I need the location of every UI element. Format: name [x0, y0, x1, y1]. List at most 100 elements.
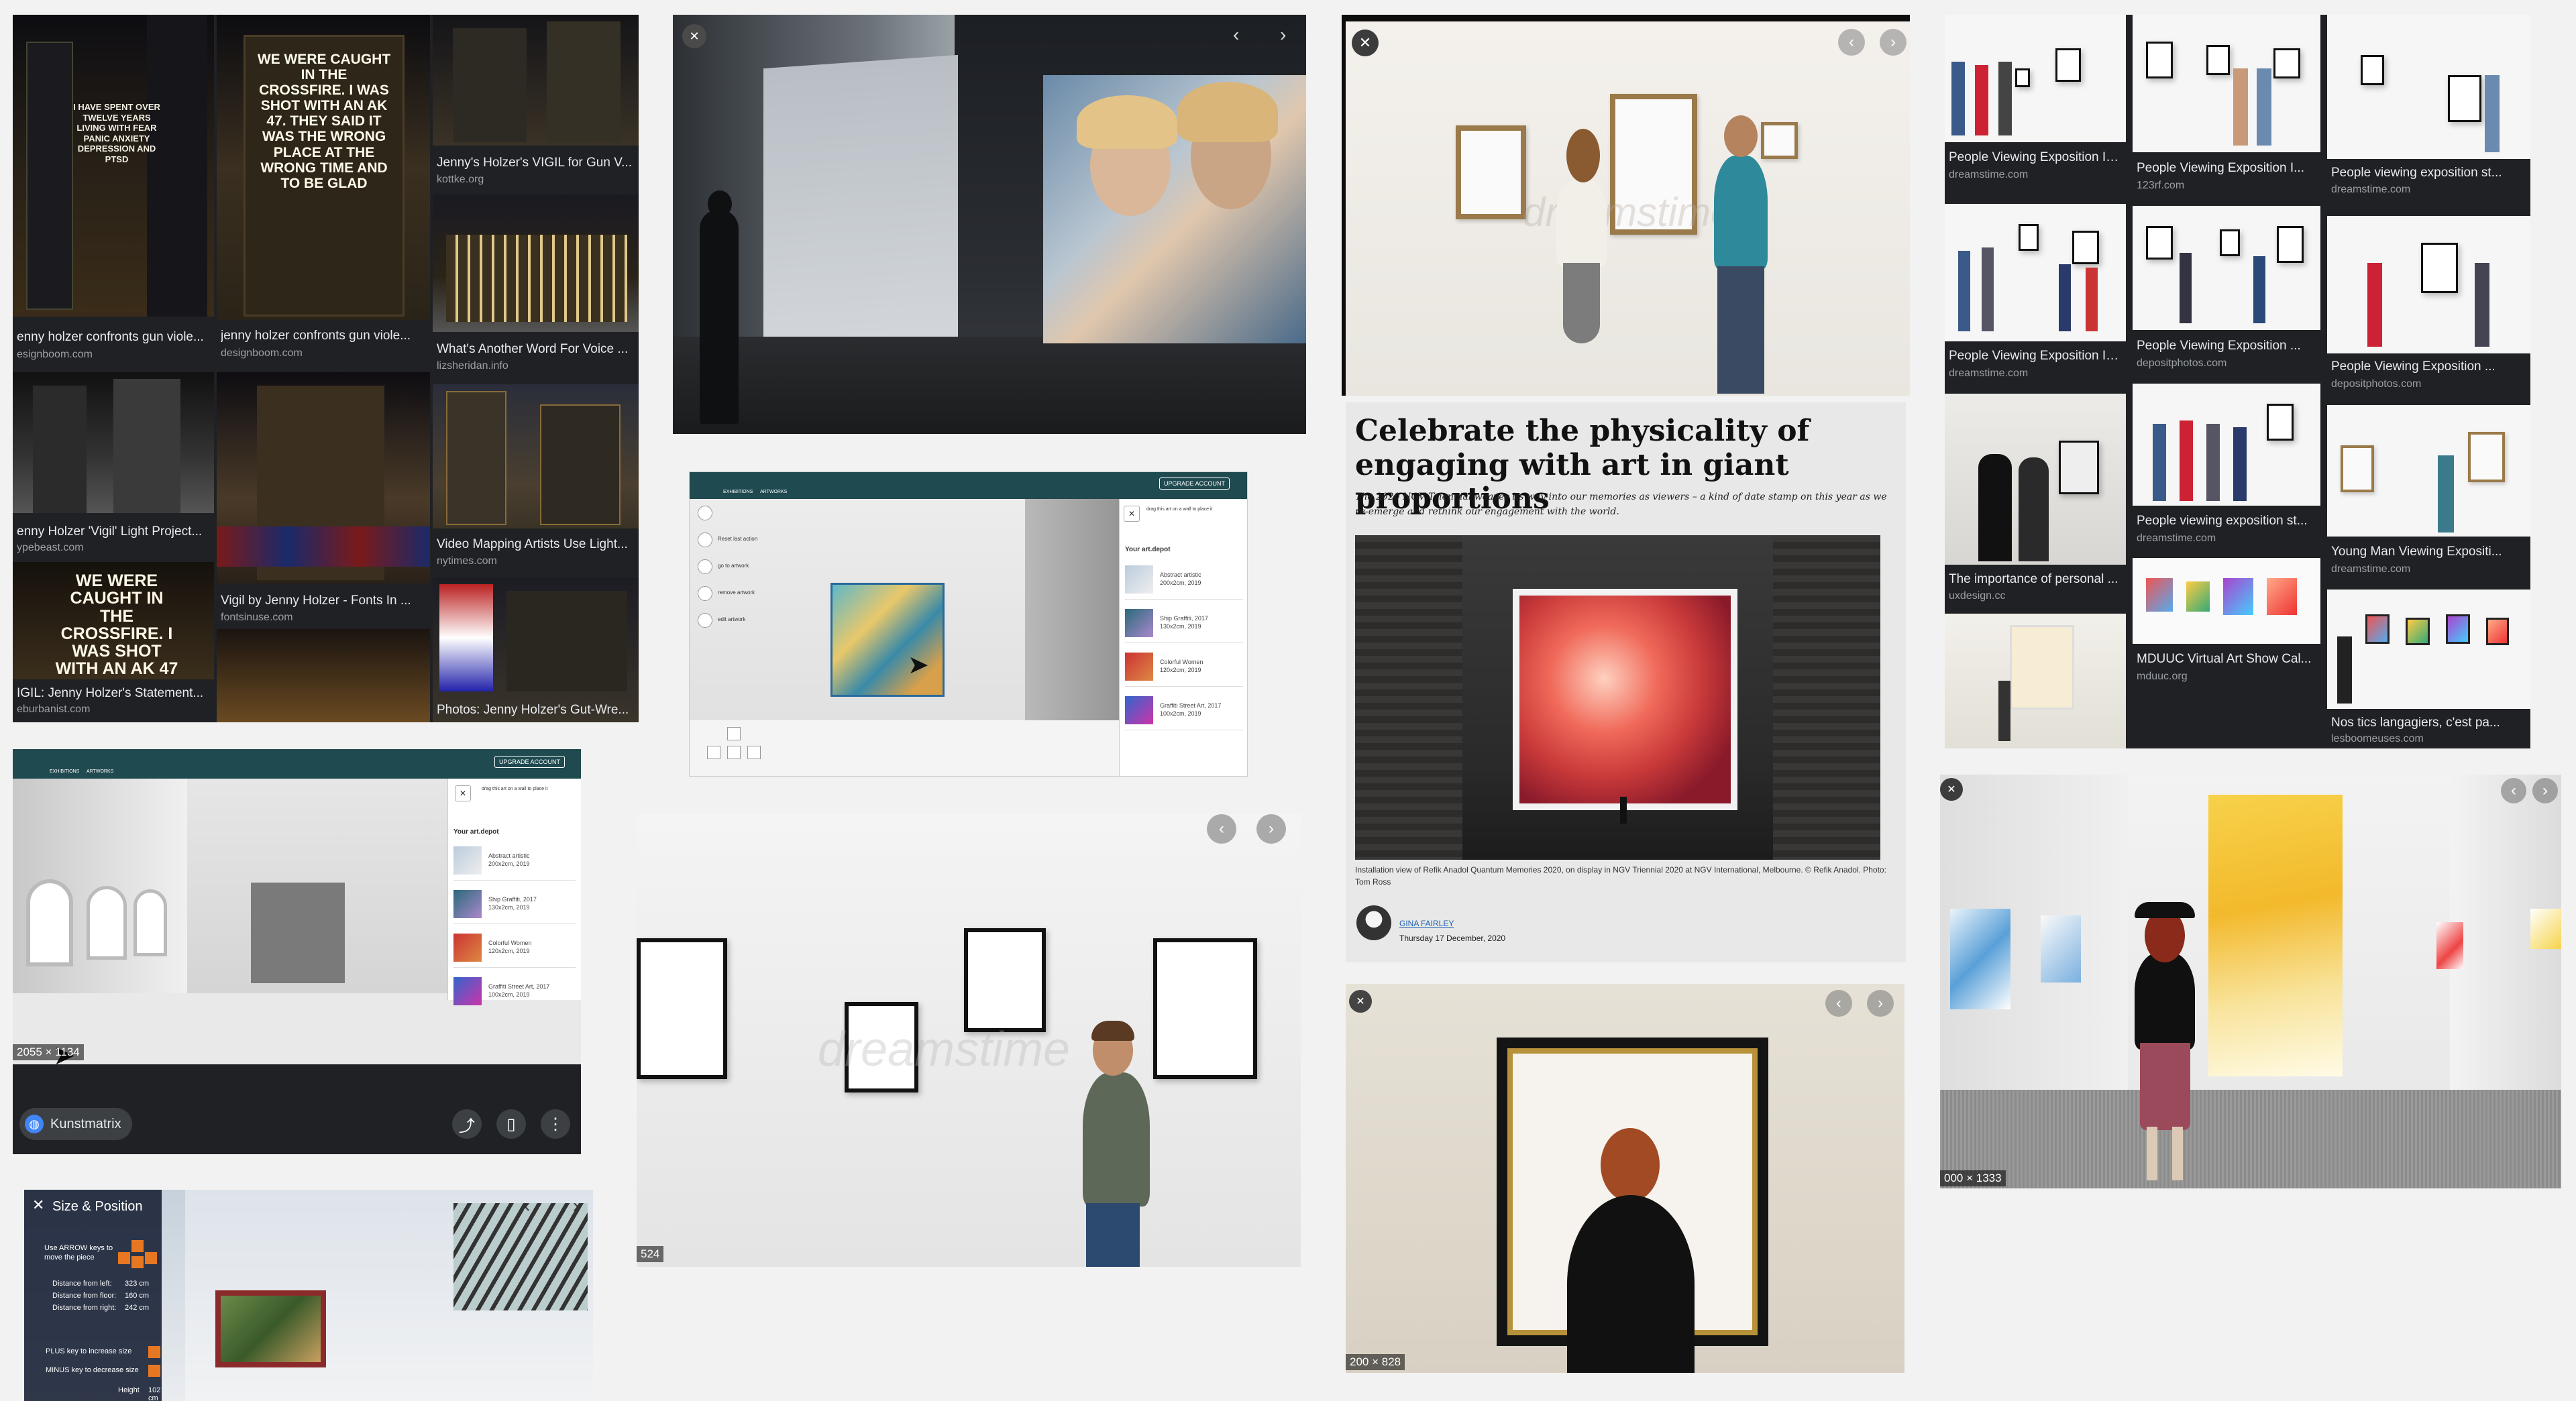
chevron-right-icon[interactable]: › [573, 1195, 579, 1217]
holzer-result-8[interactable]: WE WERE CAUGHT IN THE CROSSFIRE. I WAS S… [13, 562, 214, 722]
result-title[interactable]: Video Mapping Artists Use Light... [437, 537, 635, 552]
holzer-result-5[interactable]: enny Holzer 'Vigil' Light Project... ype… [13, 372, 214, 560]
tool-menu-icon[interactable] [698, 506, 712, 520]
close-icon[interactable]: ✕ [1349, 990, 1372, 1013]
arrow-pad[interactable] [118, 1240, 158, 1274]
chevron-right-icon[interactable]: › [1256, 814, 1286, 844]
tool-edit-icon[interactable] [698, 613, 712, 628]
chevron-right-icon[interactable]: › [1867, 990, 1894, 1017]
kunstmatrix-result-preview[interactable]: EXHIBITIONS ARTWORKS UPGRADE ACCOUNT ➤ ✕… [13, 749, 581, 1154]
result-title[interactable]: People Viewing Exposition ... [2137, 339, 2316, 353]
tool-reset-icon[interactable] [698, 533, 712, 547]
dark-frame-preview[interactable]: ✕ ‹ › 200 × 828 [1346, 984, 1904, 1373]
chevron-left-icon[interactable]: ‹ [524, 1195, 530, 1217]
upgrade-button[interactable]: UPGRADE ACCOUNT [494, 756, 566, 768]
people-result[interactable]: People Viewing Exposition ... depositpho… [2327, 216, 2530, 398]
result-title[interactable]: People viewing exposition st... [2137, 514, 2316, 528]
holzer-result-7[interactable]: Video Mapping Artists Use Light... nytim… [433, 384, 639, 575]
people-result[interactable]: Nos tics langagiers, c'est pa... lesboom… [2327, 590, 2530, 748]
close-icon[interactable]: ✕ [1124, 506, 1140, 522]
people-result[interactable]: MDUUC Virtual Art Show Cal... mduuc.org [2133, 558, 2320, 692]
source-chip[interactable]: ◍ Kunstmatrix [19, 1108, 132, 1140]
close-icon[interactable]: ✕ [1940, 778, 1963, 801]
chevron-right-icon[interactable]: › [1280, 24, 1286, 46]
result-title[interactable]: MDUUC Virtual Art Show Cal... [2137, 652, 2316, 667]
result-title[interactable]: People viewing exposition st... [2331, 166, 2526, 180]
people-result[interactable]: People viewing exposition st... dreamsti… [2133, 384, 2320, 551]
art-depot-item[interactable]: Ship Graffiti, 2017 130x2cm, 2019 [1125, 603, 1243, 643]
bookmark-icon[interactable]: ▯ [496, 1109, 526, 1139]
art-depot-item[interactable]: Colorful Women 120x2cm, 2019 [453, 928, 576, 968]
tool-goto-icon[interactable] [698, 559, 712, 574]
chevron-left-icon[interactable]: ‹ [2501, 778, 2526, 803]
author-name[interactable]: GINA FAIRLEY [1399, 919, 1454, 928]
art-depot-item[interactable]: Abstract artistic 200x2cm, 2019 [453, 840, 576, 881]
holzer-result-extra[interactable] [217, 629, 430, 722]
people-result[interactable]: People viewing exposition st... dreamsti… [2327, 15, 2530, 209]
holzer-result-9[interactable]: Photos: Jenny Holzer's Gut-Wre... [433, 577, 639, 722]
holzer-result-6[interactable]: Vigil by Jenny Holzer - Fonts In ... fon… [217, 372, 430, 627]
close-icon[interactable]: ✕ [1352, 30, 1379, 56]
result-title[interactable]: Vigil by Jenny Holzer - Fonts In ... [221, 594, 426, 608]
upgrade-button[interactable]: UPGRADE ACCOUNT [1159, 478, 1230, 490]
result-title[interactable]: People Viewing Exposition ... [2331, 359, 2526, 374]
art-depot-item[interactable]: Abstract artistic 200x2cm, 2019 [1125, 559, 1243, 600]
plus-key[interactable] [148, 1346, 160, 1358]
chevron-left-icon[interactable]: ‹ [1233, 24, 1239, 46]
minus-key[interactable] [148, 1365, 160, 1377]
projection-gallery-preview[interactable]: ✕ ‹ › [673, 15, 1306, 434]
art-depot-item[interactable]: Colorful Women 120x2cm, 2019 [1125, 647, 1243, 687]
result-title[interactable]: IGIL: Jenny Holzer's Statement... [17, 686, 210, 701]
share-icon[interactable]: ⤴ [452, 1109, 482, 1139]
close-icon[interactable]: ✕ [455, 785, 471, 801]
man-frames-preview[interactable]: dreamstime ‹ › 524 [637, 814, 1301, 1267]
holzer-result-2[interactable]: WE WERE CAUGHT IN THE CROSSFIRE. I WAS S… [217, 15, 430, 370]
result-title[interactable]: People Viewing Exposition In... [1949, 150, 2122, 165]
art-depot-item[interactable]: Graffiti Street Art, 2017 100x2cm, 2019 [453, 971, 576, 1011]
chevron-right-icon[interactable]: › [2532, 778, 2558, 803]
close-icon[interactable]: ✕ [32, 1196, 44, 1214]
painting[interactable] [215, 1290, 326, 1367]
result-title[interactable]: jenny holzer confronts gun viole... [221, 329, 426, 343]
tab-exhibitions[interactable]: EXHIBITIONS [723, 490, 753, 494]
result-title[interactable]: The importance of personal ... [1949, 572, 2122, 587]
result-title[interactable]: Nos tics langagiers, c'est pa... [2331, 716, 2526, 730]
people-result[interactable]: People Viewing Exposition I... 123rf.com [2133, 15, 2320, 199]
woman-man-frames-preview[interactable]: dreamstime ✕ ‹ › [1342, 15, 1910, 396]
chevron-left-icon[interactable]: ‹ [1825, 990, 1852, 1017]
tab-exhibitions[interactable]: EXHIBITIONS [50, 769, 79, 774]
holzer-result-4[interactable]: What's Another Word For Voice ... lizshe… [433, 194, 639, 382]
result-title[interactable]: Jenny's Holzer's VIGIL for Gun V... [437, 156, 635, 170]
people-result[interactable]: People Viewing Exposition In... dreamsti… [1945, 204, 2126, 387]
people-result[interactable] [1945, 614, 2126, 748]
art-depot-item[interactable]: Graffiti Street Art, 2017 100x2cm, 2019 [1125, 690, 1243, 730]
tab-artworks[interactable]: ARTWORKS [87, 769, 113, 774]
nav-arrows[interactable] [700, 727, 781, 767]
result-title[interactable]: enny Holzer 'Vigil' Light Project... [17, 524, 210, 539]
kunstmatrix-editor-preview[interactable]: EXHIBITIONS ARTWORKS UPGRADE ACCOUNT ➤ R… [689, 471, 1248, 777]
result-title[interactable]: Young Man Viewing Expositi... [2331, 545, 2526, 559]
people-result[interactable]: Young Man Viewing Expositi... dreamstime… [2327, 405, 2530, 583]
holzer-result-3[interactable]: Jenny's Holzer's VIGIL for Gun V... kott… [433, 15, 639, 192]
holzer-result-1[interactable]: I HAVE SPENT OVER TWELVE YEARS LIVING WI… [13, 15, 214, 370]
chevron-left-icon[interactable]: ‹ [1207, 814, 1236, 844]
yellow-painting-preview[interactable]: ✕ ‹ › 000 × 1333 [1940, 775, 2561, 1188]
art-depot-item[interactable]: Ship Graffiti, 2017 130x2cm, 2019 [453, 884, 576, 924]
people-result[interactable]: The importance of personal ... uxdesign.… [1945, 394, 2126, 607]
image-dimensions: 2055 × 1134 [13, 1044, 84, 1060]
result-title[interactable]: People Viewing Exposition I... [2137, 161, 2316, 176]
close-icon[interactable]: ✕ [682, 24, 706, 48]
people-result[interactable]: People Viewing Exposition In... dreamsti… [1945, 15, 2126, 189]
tool-remove-icon[interactable] [698, 586, 712, 601]
chevron-left-icon[interactable]: ‹ [1838, 29, 1865, 56]
article-preview[interactable]: Celebrate the physicality of engaging wi… [1346, 402, 1906, 962]
people-result[interactable]: People Viewing Exposition ... depositpho… [2133, 206, 2320, 377]
chevron-right-icon[interactable]: › [1880, 29, 1907, 56]
result-title[interactable]: What's Another Word For Voice ... [437, 342, 635, 357]
result-title[interactable]: Photos: Jenny Holzer's Gut-Wre... [437, 703, 635, 718]
result-title[interactable]: People Viewing Exposition In... [1949, 349, 2122, 363]
tab-artworks[interactable]: ARTWORKS [760, 490, 787, 494]
more-vert-icon[interactable]: ⋮ [541, 1109, 570, 1139]
result-title[interactable]: enny holzer confronts gun viole... [17, 330, 210, 345]
size-position-preview[interactable]: ✕ Size & Position Use ARROW keys to move… [24, 1190, 593, 1401]
